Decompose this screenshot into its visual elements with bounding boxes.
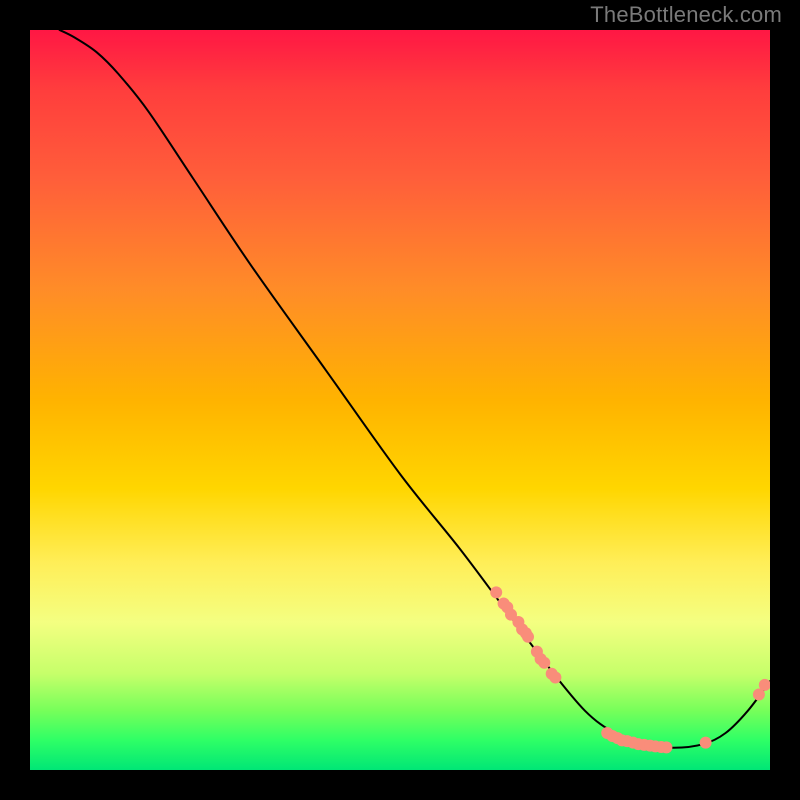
data-point xyxy=(522,631,534,643)
data-point xyxy=(660,741,672,753)
data-point xyxy=(549,672,561,684)
chart-container: TheBottleneck.com xyxy=(0,0,800,800)
watermark-text: TheBottleneck.com xyxy=(590,2,782,28)
scatter-points xyxy=(490,586,770,753)
data-point xyxy=(538,657,550,669)
bottleneck-curve xyxy=(60,30,770,748)
data-point xyxy=(700,737,712,749)
chart-svg xyxy=(30,30,770,770)
data-point xyxy=(490,586,502,598)
